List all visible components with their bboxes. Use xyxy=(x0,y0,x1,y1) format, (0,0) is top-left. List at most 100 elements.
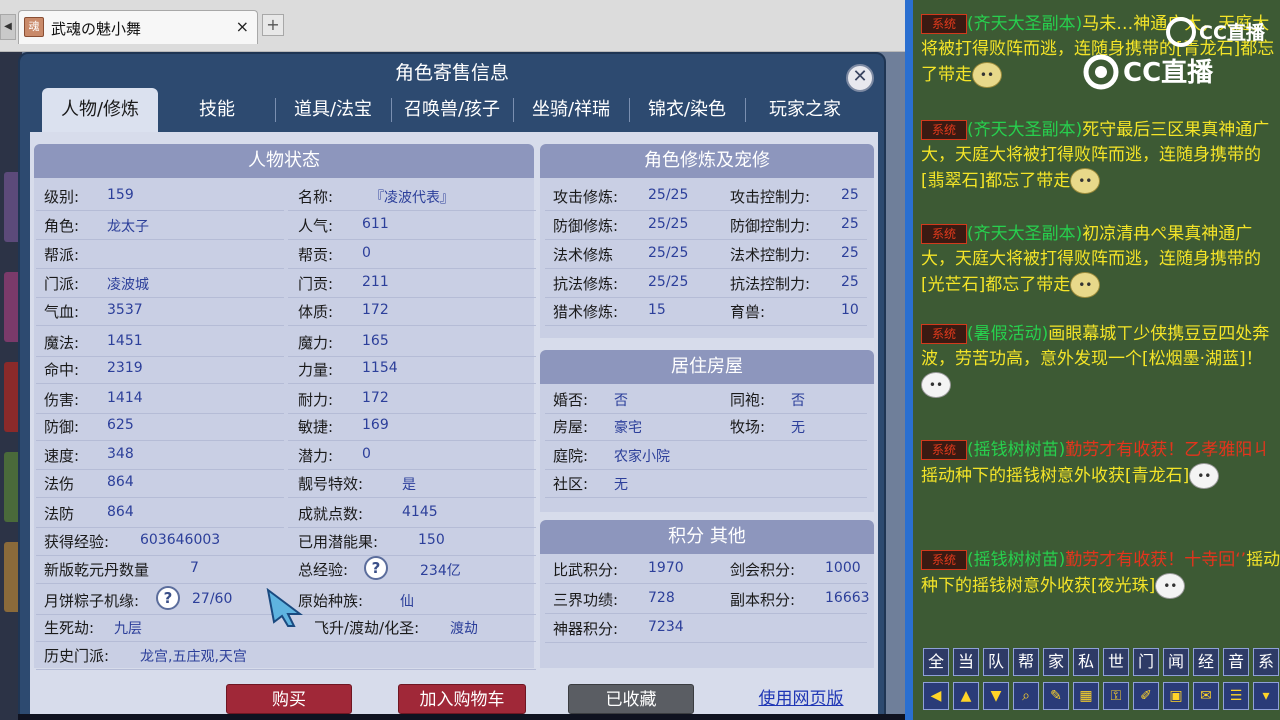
points-panel-header: 积分 其他 xyxy=(540,520,874,554)
buy-button[interactable]: 购买 xyxy=(226,684,352,714)
status-label: 防御: xyxy=(44,418,80,436)
favorited-button[interactable]: 已收藏 xyxy=(568,684,694,714)
status-label: 靓号特效: xyxy=(298,475,364,493)
chat-channel-button[interactable]: 闻 xyxy=(1163,648,1189,676)
status-value: 169 xyxy=(362,417,389,433)
add-to-cart-button[interactable]: 加入购物车 xyxy=(398,684,526,714)
tab-skills[interactable]: 技能 xyxy=(160,88,274,132)
chat-bubble-icon[interactable]: ✉ xyxy=(1193,682,1219,710)
arrow-down-icon[interactable]: ▼ xyxy=(983,682,1009,710)
chat-channel-button[interactable]: 当 xyxy=(953,648,979,676)
status-label: 人气: xyxy=(298,217,334,235)
chat-name[interactable]: 画眼幕城ㄒ xyxy=(1048,324,1133,344)
list-icon[interactable]: ☰ xyxy=(1223,682,1249,710)
tab-character[interactable]: 人物/修炼 xyxy=(42,88,158,132)
row-divider xyxy=(545,268,867,269)
status-value: 864 xyxy=(107,474,134,490)
status-value: 348 xyxy=(107,446,134,462)
search-icon[interactable]: ⌕ xyxy=(1013,682,1039,710)
status-label: 角色: xyxy=(44,217,80,235)
row-divider xyxy=(288,239,536,240)
brush-icon[interactable]: ✐ xyxy=(1133,682,1159,710)
tab-summons[interactable]: 召唤兽/孩子 xyxy=(392,88,512,132)
housing-value: 农家小院 xyxy=(614,449,670,465)
arrow-up-icon[interactable]: ▲ xyxy=(953,682,979,710)
tab-items[interactable]: 道具/法宝 xyxy=(276,88,390,132)
dropdown-icon[interactable]: ▾ xyxy=(1253,682,1279,710)
arrow-left-icon[interactable]: ◀ xyxy=(923,682,949,710)
row-divider xyxy=(36,641,536,642)
status-label: 魔力: xyxy=(298,334,334,352)
cultivation-label: 法术修炼 xyxy=(553,246,614,264)
tab-close-icon[interactable]: × xyxy=(236,17,249,36)
chat-message: 系统 (暑假活动)画眼幕城ㄒ少侠携豆豆四处奔波，劳苦功高，意外发现一个[松烟墨·湖… xyxy=(921,322,1280,398)
housing-label: 牧场: xyxy=(730,418,766,436)
chat-name[interactable]: 死守最后三区 xyxy=(1082,120,1184,140)
row-divider xyxy=(36,555,536,556)
cultivation-label: 抗法控制力: xyxy=(730,275,811,293)
chat-name[interactable]: 马未… xyxy=(1082,14,1133,34)
status-value: 234亿 xyxy=(420,563,461,579)
row-divider xyxy=(36,497,284,498)
points-value: 1000 xyxy=(825,560,861,576)
chat-tag: (暑假活动) xyxy=(967,324,1049,344)
status-value: 0 xyxy=(362,446,371,462)
points-label: 剑会积分: xyxy=(730,561,796,579)
cultivation-value: 25/25 xyxy=(648,216,689,232)
new-tab-button[interactable]: + xyxy=(262,14,284,36)
chat-channel-button[interactable]: 私 xyxy=(1073,648,1099,676)
chat-tag: (齐天大圣副本) xyxy=(967,14,1083,34)
chat-channel-button[interactable]: 全 xyxy=(923,648,949,676)
emoji-icon: •• xyxy=(921,372,951,398)
use-web-version-link[interactable]: 使用网页版 xyxy=(746,684,856,714)
tab-player-home[interactable]: 玩家之家 xyxy=(746,88,864,132)
cultivation-value: 25 xyxy=(841,187,859,203)
total-exp-help-icon[interactable]: ? xyxy=(364,556,388,580)
cultivation-label: 抗法修炼: xyxy=(553,275,619,293)
chat-channel-button[interactable]: 门 xyxy=(1133,648,1159,676)
row-divider xyxy=(36,297,284,298)
housing-panel-header: 居住房屋 xyxy=(540,350,874,384)
row-divider xyxy=(288,383,536,384)
status-label: 新版乾元丹数量 xyxy=(44,561,150,579)
row-divider xyxy=(545,297,867,298)
status-label: 潜力: xyxy=(298,447,334,465)
status-value: 4145 xyxy=(402,504,438,520)
chat-channel-button[interactable]: 家 xyxy=(1043,648,1069,676)
chat-channel-button[interactable]: 经 xyxy=(1193,648,1219,676)
status-label: 月饼粽子机缘: xyxy=(44,592,140,610)
chat-channel-button[interactable]: 音 xyxy=(1223,648,1249,676)
mooncake-help-icon[interactable]: ? xyxy=(156,586,180,610)
row-divider xyxy=(545,613,867,614)
chat-name[interactable]: 勤劳才有收获！乙孝雅阳ㄐ xyxy=(1065,440,1269,460)
emoji-icon: •• xyxy=(1155,573,1186,599)
grid-icon[interactable]: ▦ xyxy=(1073,682,1099,710)
chat-channel-button[interactable]: 帮 xyxy=(1013,648,1039,676)
status-label: 命中: xyxy=(44,361,80,379)
chat-channel-button[interactable]: 系 xyxy=(1253,648,1279,676)
row-divider xyxy=(36,583,536,584)
status-label: 伤害: xyxy=(44,391,80,409)
housing-value: 否 xyxy=(791,393,805,409)
status-value: 211 xyxy=(362,274,389,290)
window-icon[interactable]: ▣ xyxy=(1163,682,1189,710)
housing-value: 无 xyxy=(614,477,628,493)
chat-channel-button[interactable]: 世 xyxy=(1103,648,1129,676)
tab-mounts[interactable]: 坐骑/祥瑞 xyxy=(514,88,628,132)
status-label: 速度: xyxy=(44,447,80,465)
note-icon[interactable]: ✎ xyxy=(1043,682,1069,710)
chat-name[interactable]: 初凉清冉ぺ xyxy=(1082,224,1167,244)
tab-outfits[interactable]: 锦衣/染色 xyxy=(630,88,744,132)
row-divider xyxy=(288,297,536,298)
tab-scroll-left-button[interactable]: ◀ xyxy=(0,14,16,40)
chat-name[interactable]: 勤劳才有收获！十寺回‘’ xyxy=(1065,550,1246,570)
browser-tab[interactable]: 魂 武魂の魅小舞 × xyxy=(18,10,258,44)
row-divider xyxy=(545,325,867,326)
housing-value: 豪宅 xyxy=(614,420,642,436)
system-badge: 系统 xyxy=(921,224,967,244)
status-value: 625 xyxy=(107,417,134,433)
chat-channel-button[interactable]: 队 xyxy=(983,648,1009,676)
row-divider xyxy=(36,325,284,326)
lock-icon[interactable]: ⚿ xyxy=(1103,682,1129,710)
status-value: 2319 xyxy=(107,360,143,376)
